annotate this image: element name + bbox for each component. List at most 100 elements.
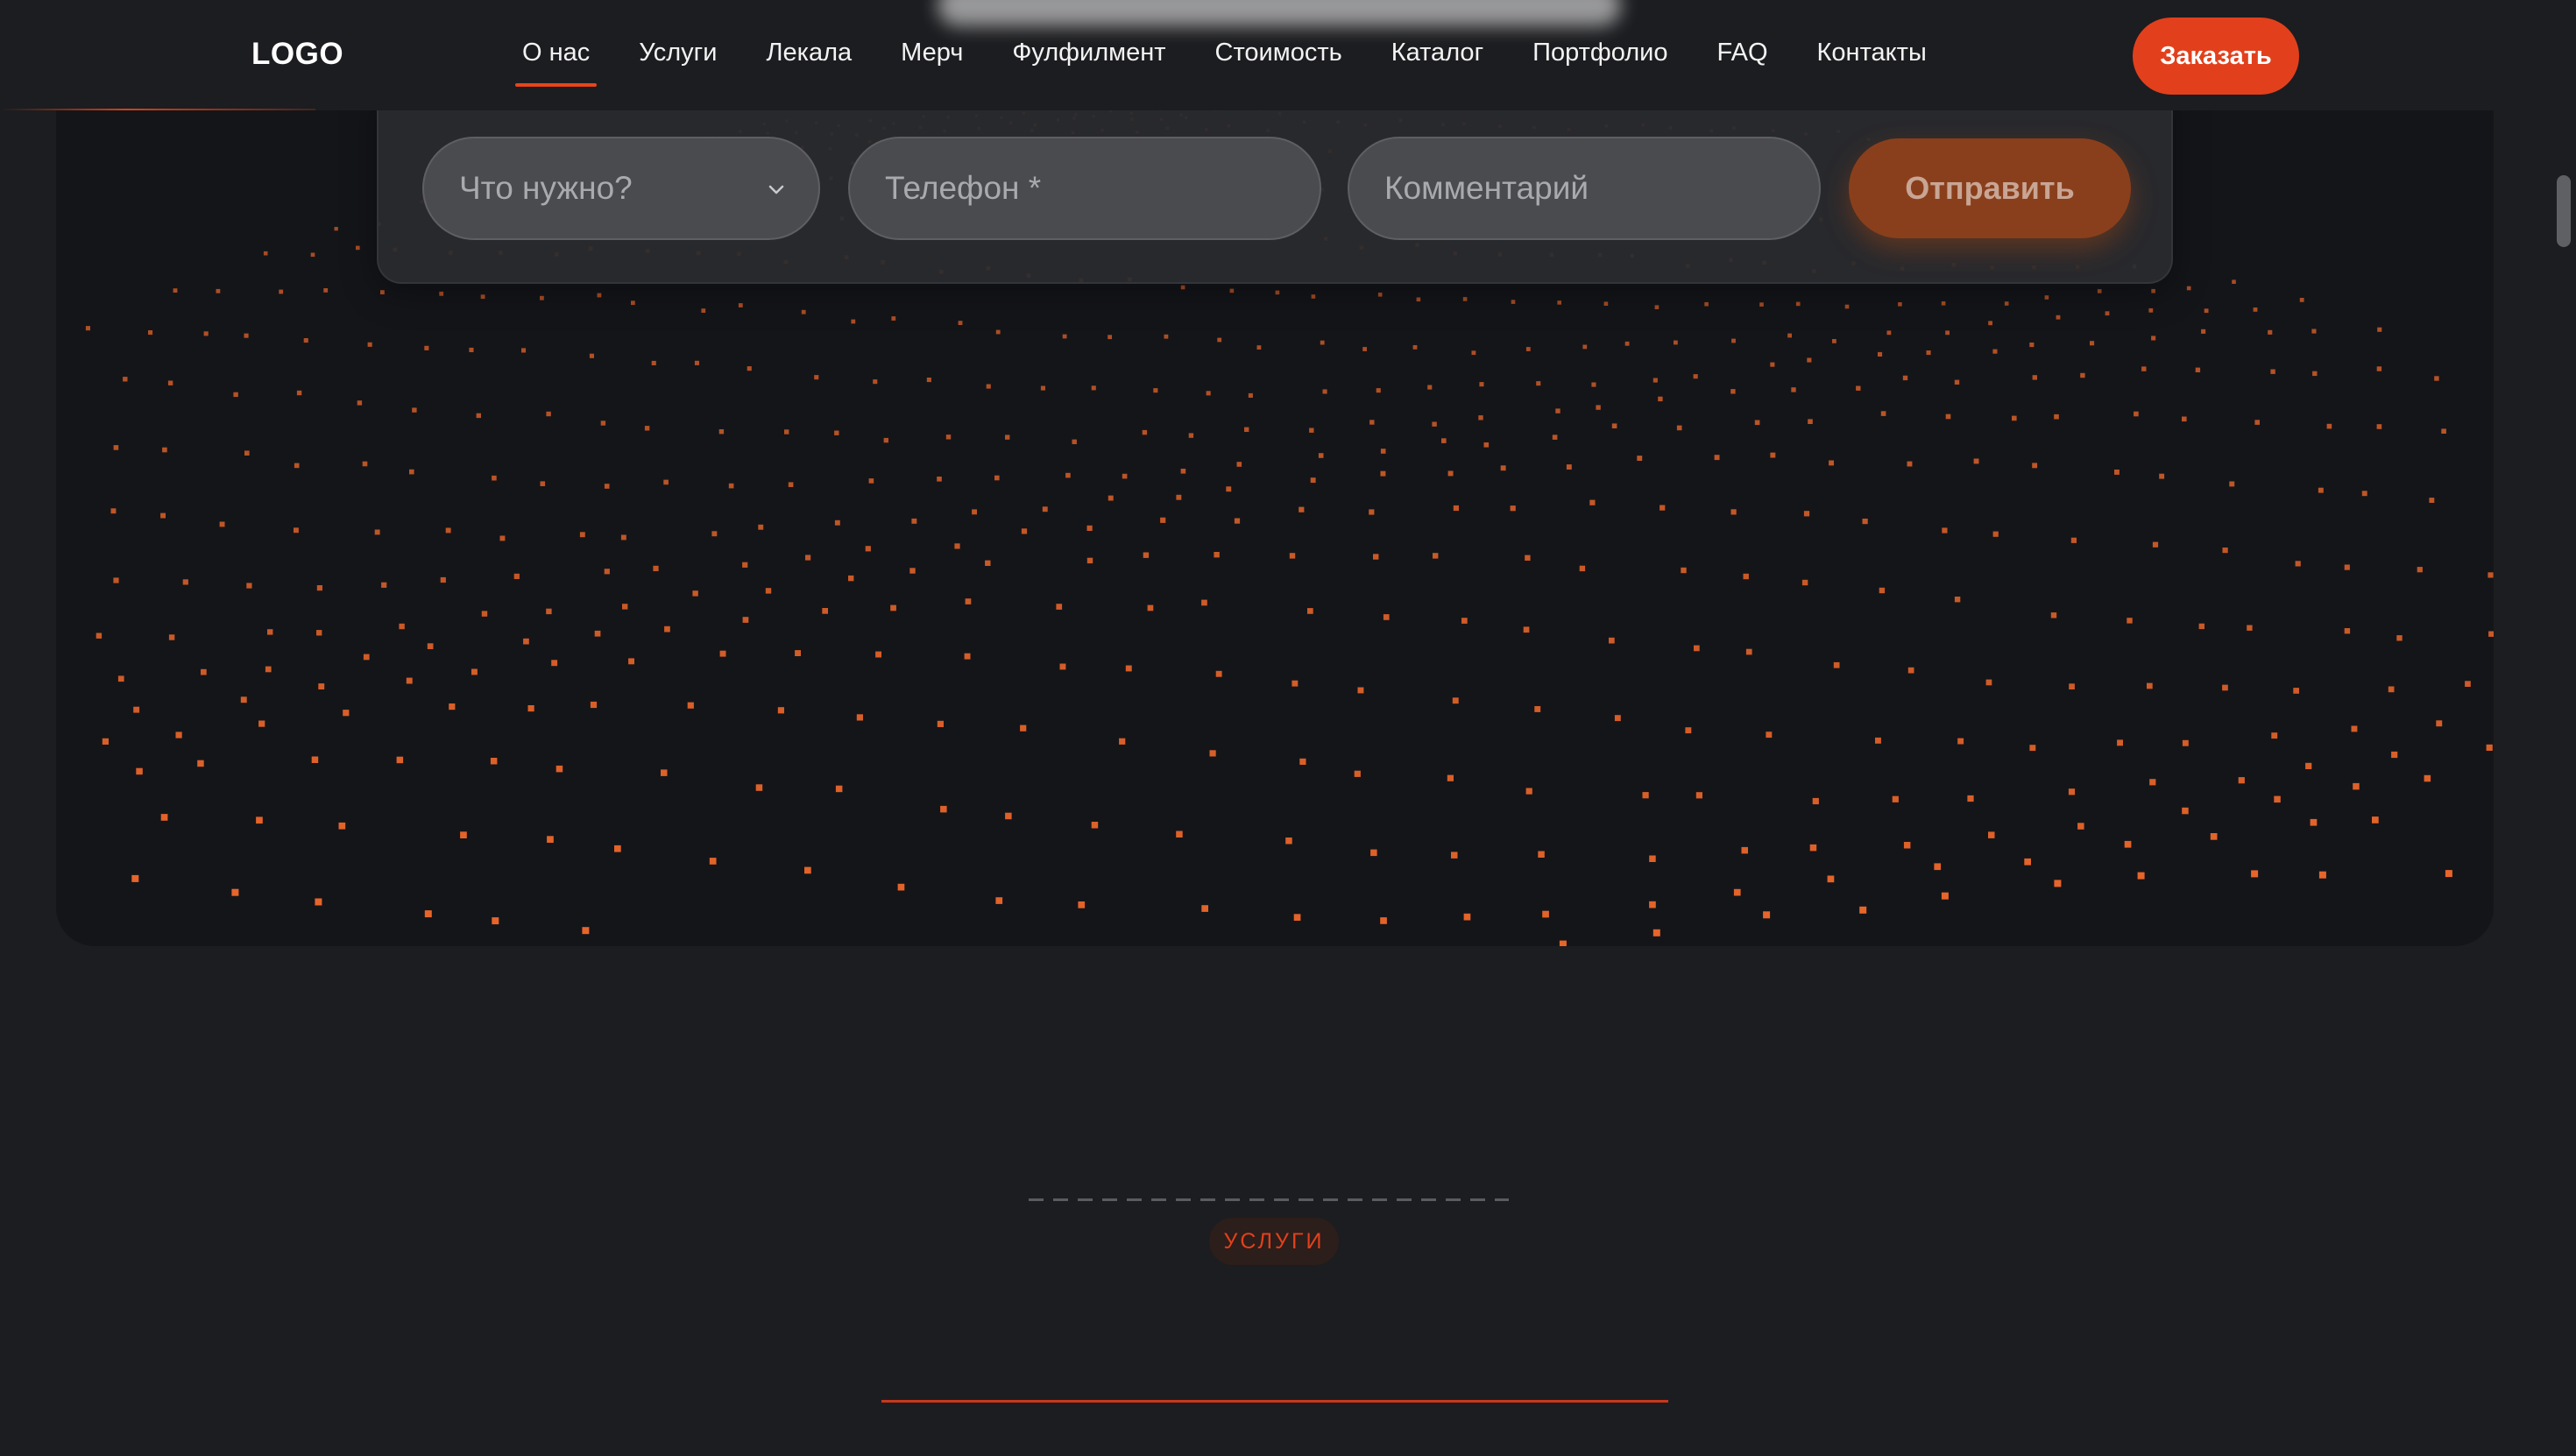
decor-dot <box>2312 371 2318 377</box>
comment-input[interactable]: Комментарий <box>1348 137 1821 240</box>
decor-dot <box>1879 587 1886 594</box>
decor-dot <box>965 598 972 604</box>
decor-dot <box>490 758 498 765</box>
scrollbar[interactable] <box>2550 0 2576 1456</box>
decor-dot <box>1685 727 1692 734</box>
main-nav: О нас Услуги Лекала Мерч Фулфилмент Стои… <box>514 39 1927 87</box>
decor-dot <box>875 651 881 658</box>
decor-dot <box>1536 381 1541 386</box>
decor-dot <box>449 703 456 710</box>
decor-dot <box>362 461 368 467</box>
nav-item-catalog[interactable]: Каталог <box>1391 39 1483 67</box>
nav-item-patterns[interactable]: Лекала <box>766 39 852 67</box>
decor-dot <box>1143 552 1150 558</box>
decor-dot <box>96 633 103 639</box>
decor-dot <box>2274 795 2281 803</box>
decor-dot <box>1447 470 1454 477</box>
decor-dot <box>1954 379 1960 385</box>
decor-dot <box>1056 604 1063 610</box>
decor-dot <box>2270 369 2275 374</box>
submit-button[interactable]: Отправить <box>1849 138 2131 238</box>
decor-dot <box>2310 818 2318 826</box>
decor-dot <box>1801 579 1808 586</box>
decor-dot <box>1206 391 1211 396</box>
decor-dot <box>1511 300 1516 304</box>
decor-dot <box>1380 470 1386 477</box>
decor-dot <box>2295 561 2301 567</box>
decor-dot <box>85 326 90 331</box>
decor-dot <box>1086 557 1093 564</box>
nav-item-fulfillment[interactable]: Фулфилмент <box>1012 39 1165 67</box>
nav-item-merch[interactable]: Мерч <box>901 39 963 67</box>
decor-dot <box>556 765 563 773</box>
decor-dot <box>2253 307 2258 312</box>
decor-dot <box>1078 901 1086 908</box>
decor-dot <box>2434 376 2439 381</box>
nav-item-pricing[interactable]: Стоимость <box>1215 39 1342 67</box>
decor-dot <box>182 579 188 585</box>
nav-item-about[interactable]: О нас <box>514 39 598 87</box>
decor-dot <box>1176 494 1182 500</box>
decor-dot <box>136 767 143 775</box>
order-button[interactable]: Заказать <box>2133 18 2299 95</box>
decor-dot <box>2151 336 2156 341</box>
decor-dot <box>219 521 225 527</box>
decor-dot <box>1596 405 1601 410</box>
decor-dot <box>926 378 931 383</box>
decor-dot <box>795 650 801 656</box>
decor-dot <box>1311 294 1316 299</box>
decor-dot <box>2318 487 2324 493</box>
nav-item-portfolio[interactable]: Портфолио <box>1532 39 1667 67</box>
decor-dot <box>1478 415 1483 421</box>
decor-dot <box>2054 880 2062 887</box>
decor-dot <box>367 342 372 347</box>
decor-dot <box>1880 411 1886 416</box>
decor-dot <box>663 479 669 485</box>
decor-dot <box>551 660 558 667</box>
decor-dot <box>2299 298 2304 302</box>
decor-dot <box>1209 750 1216 757</box>
decor-dot <box>865 546 871 552</box>
decor-dot <box>2488 631 2494 637</box>
decor-dot <box>742 617 749 623</box>
decor-dot <box>940 805 947 813</box>
nav-item-contacts[interactable]: Контакты <box>1817 39 1927 67</box>
decor-dot <box>2351 725 2358 732</box>
decor-dot <box>801 309 806 315</box>
decor-dot <box>692 590 698 597</box>
nav-item-faq[interactable]: FAQ <box>1717 39 1768 67</box>
decor-dot <box>2182 739 2189 746</box>
decor-dot <box>651 360 656 365</box>
decor-dot <box>527 705 534 712</box>
decor-dot <box>315 898 322 906</box>
decor-dot <box>1731 338 1736 343</box>
decor-dot <box>2097 289 2102 293</box>
decor-dot <box>231 888 239 896</box>
decor-dot <box>848 575 854 582</box>
decor-dot <box>958 321 963 325</box>
need-select[interactable]: Что нужно? <box>422 137 820 240</box>
decor-dot <box>1859 906 1867 914</box>
decor-dot <box>244 333 249 338</box>
logo[interactable]: LOGO <box>251 37 343 72</box>
decor-dot <box>167 380 173 385</box>
decor-dot <box>1611 423 1617 428</box>
decor-dot <box>1902 375 1908 381</box>
decor-dot <box>1787 333 1792 338</box>
decor-dot <box>1234 518 1241 524</box>
decor-dot <box>1945 330 1950 336</box>
decor-dot <box>2222 548 2228 554</box>
decor-dot <box>1827 875 1835 883</box>
decor-dot <box>1309 428 1314 433</box>
decor-dot <box>409 469 414 475</box>
phone-input[interactable]: Телефон * <box>848 137 1321 240</box>
decor-dot <box>1119 738 1126 745</box>
scrollbar-thumb[interactable] <box>2557 175 2571 247</box>
decor-dot <box>628 658 634 665</box>
decor-dot <box>1525 555 1531 561</box>
decor-dot <box>1354 770 1361 777</box>
nav-item-services[interactable]: Услуги <box>639 39 717 67</box>
decor-dot <box>162 447 167 453</box>
decor-dot <box>1357 687 1364 694</box>
decor-dot <box>2077 823 2084 830</box>
